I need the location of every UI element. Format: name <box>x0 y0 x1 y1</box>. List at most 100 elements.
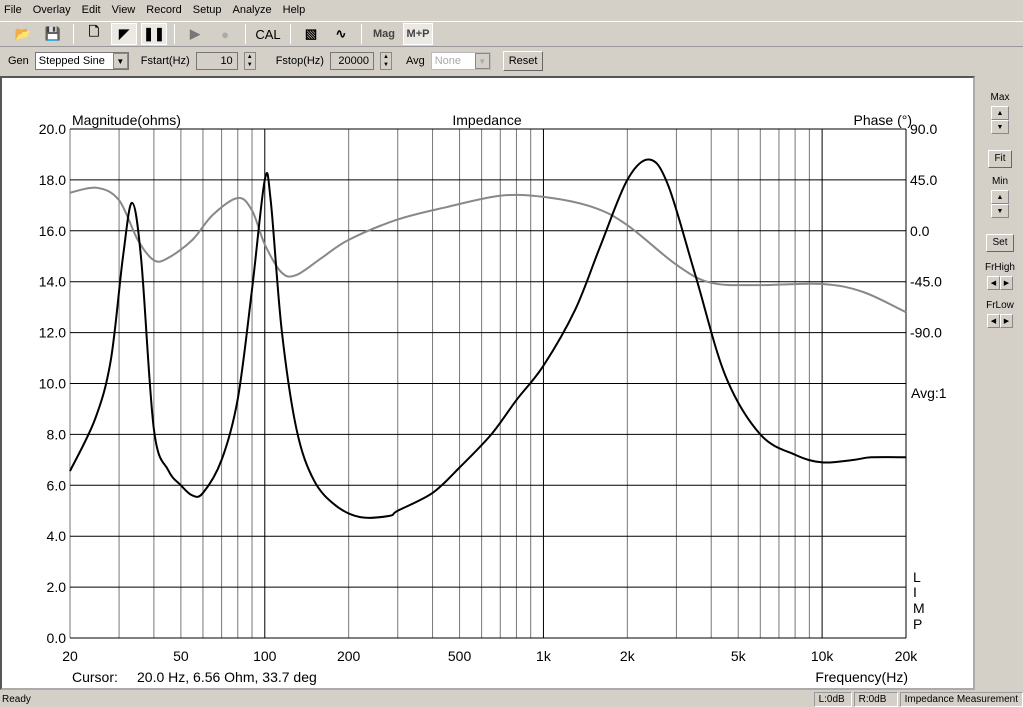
avg-label: Avg <box>405 55 425 67</box>
y-axis-label: Magnitude(ohms) <box>72 112 181 128</box>
y-tick-label: 8.0 <box>47 426 67 442</box>
separator <box>361 24 362 44</box>
generator-bar: Gen Stepped Sine ▼ Fstart(Hz) 10 ▲ ▼ Fstop… <box>0 49 1023 73</box>
y2-tick-label: 0.0 <box>910 223 930 239</box>
waveform-icon[interactable]: ∿ <box>328 23 354 45</box>
avg-select[interactable]: None ▼ <box>430 52 491 70</box>
frhigh-right-button[interactable]: ▶ <box>1000 276 1013 290</box>
toolbar: 📂 💾 🗋 ◤ ❚❚ ▶ ● CAL ▧ ∿ Mag M+P <box>0 21 1023 47</box>
fstart-label: Fstart(Hz) <box>140 55 190 67</box>
max-up-button[interactable]: ▲ <box>991 106 1009 120</box>
x-tick-label: 1k <box>536 648 552 664</box>
y-tick-label: 4.0 <box>47 528 67 544</box>
open-icon[interactable]: 📂 <box>10 23 36 45</box>
left-level: L:0dB <box>813 691 852 707</box>
limp-letter: I <box>913 584 917 600</box>
separator <box>174 24 175 44</box>
x-tick-label: 50 <box>173 648 189 664</box>
new-page-icon[interactable]: 🗋 <box>81 23 107 45</box>
y-tick-label: 16.0 <box>39 223 66 239</box>
record-icon[interactable]: ● <box>212 23 238 45</box>
status-bar: Ready L:0dB R:0dB Impedance Measurement <box>0 691 1023 707</box>
y-tick-label: 14.0 <box>39 274 66 290</box>
limp-letter: M <box>913 600 925 616</box>
x-tick-label: 200 <box>337 648 361 664</box>
y-tick-label: 6.0 <box>47 477 67 493</box>
menu-overlay[interactable]: Overlay <box>33 4 71 16</box>
limp-letter: P <box>913 616 922 632</box>
min-up-button[interactable]: ▲ <box>991 190 1009 204</box>
separator <box>245 24 246 44</box>
save-icon[interactable]: 💾 <box>40 23 66 45</box>
right-level: R:0dB <box>853 691 898 707</box>
mode-indicator: Impedance Measurement <box>899 691 1023 707</box>
y2-axis-label: Phase (°) <box>853 112 912 128</box>
y2-tick-label: 90.0 <box>910 121 937 137</box>
menu-bar: File Overlay Edit View Record Setup Anal… <box>0 0 1023 20</box>
menu-edit[interactable]: Edit <box>82 4 101 16</box>
magnitude-curve <box>69 158 907 519</box>
chevron-down-icon: ▼ <box>474 53 490 69</box>
gen-value: Stepped Sine <box>38 55 105 67</box>
play-icon[interactable]: ▶ <box>182 23 208 45</box>
x-tick-label: 10k <box>811 648 835 664</box>
min-label: Min <box>991 176 1009 187</box>
fit-button[interactable]: Fit <box>988 150 1012 168</box>
x-tick-label: 20 <box>62 648 78 664</box>
max-down-button[interactable]: ▼ <box>991 120 1009 134</box>
cal-button[interactable]: CAL <box>253 23 283 45</box>
max-label: Max <box>990 92 1010 103</box>
frhigh-left-button[interactable]: ◀ <box>987 276 1000 290</box>
mag-button[interactable]: Mag <box>369 23 399 45</box>
frlow-left-button[interactable]: ◀ <box>987 314 1000 328</box>
chevron-down-icon: ▼ <box>112 53 128 69</box>
single-icon[interactable]: ◤ <box>111 23 137 45</box>
cursor-label: Cursor: <box>72 669 118 685</box>
x-axis-label: Frequency(Hz) <box>815 669 908 685</box>
fstop-label: Fstop(Hz) <box>275 55 324 67</box>
frlow-right-button[interactable]: ▶ <box>1000 314 1013 328</box>
y-tick-label: 2.0 <box>47 579 67 595</box>
status-text: Ready <box>2 693 31 705</box>
impedance-plot[interactable]: 0.0 2.0 4.0 6.0 8.0 10.0 12.0 14.0 16.0 18.0 20.0 9… <box>0 76 975 690</box>
menu-setup[interactable]: Setup <box>193 4 222 16</box>
gen-select[interactable]: Stepped Sine ▼ <box>34 52 129 70</box>
set-button[interactable]: Set <box>986 234 1014 252</box>
frlow-label: FrLow <box>986 300 1014 311</box>
y-tick-label: 0.0 <box>47 630 67 646</box>
y-tick-label: 18.0 <box>39 172 66 188</box>
cursor-readout: 20.0 Hz, 6.56 Ohm, 33.7 deg <box>137 669 317 685</box>
phase-curve <box>69 186 907 314</box>
chart-svg: 0.0 2.0 4.0 6.0 8.0 10.0 12.0 14.0 16.0 18.0 20.0 9… <box>39 112 947 685</box>
menu-view[interactable]: View <box>112 4 136 16</box>
fstart-input[interactable]: 10 <box>195 52 238 70</box>
min-down-button[interactable]: ▼ <box>991 204 1009 218</box>
x-tick-label: 500 <box>448 648 472 664</box>
menu-file[interactable]: File <box>4 4 22 16</box>
x-tick-label: 2k <box>620 648 636 664</box>
menu-record[interactable]: Record <box>146 4 181 16</box>
y-tick-label: 10.0 <box>39 376 66 392</box>
x-tick-label: 100 <box>253 648 277 664</box>
y2-tick-label: -90.0 <box>910 325 942 341</box>
fstart-spinner[interactable]: ▲ ▼ <box>243 52 256 70</box>
reset-button[interactable]: Reset <box>502 51 544 71</box>
menu-help[interactable]: Help <box>283 4 306 16</box>
pause-icon[interactable]: ❚❚ <box>141 23 167 45</box>
fstop-input[interactable]: 20000 <box>329 52 374 70</box>
hatch-icon[interactable]: ▧ <box>298 23 324 45</box>
separator <box>290 24 291 44</box>
y2-tick-label: -45.0 <box>910 274 942 290</box>
limp-letter: L <box>913 569 921 585</box>
side-panel: Max ▲ ▼ Fit Min ▲ ▼ Set FrHigh ◀ ▶ FrLow … <box>977 76 1023 690</box>
chart-title: Impedance <box>452 112 521 128</box>
x-tick-label: 5k <box>731 648 747 664</box>
fstop-spinner[interactable]: ▲ ▼ <box>379 52 392 70</box>
separator <box>73 24 74 44</box>
y2-tick-label: 45.0 <box>910 172 937 188</box>
frhigh-label: FrHigh <box>984 262 1015 273</box>
mp-button[interactable]: M+P <box>403 23 433 45</box>
menu-analyze[interactable]: Analyze <box>232 4 271 16</box>
avg-indicator: Avg:1 <box>911 385 947 401</box>
x-tick-label: 20k <box>895 648 919 664</box>
